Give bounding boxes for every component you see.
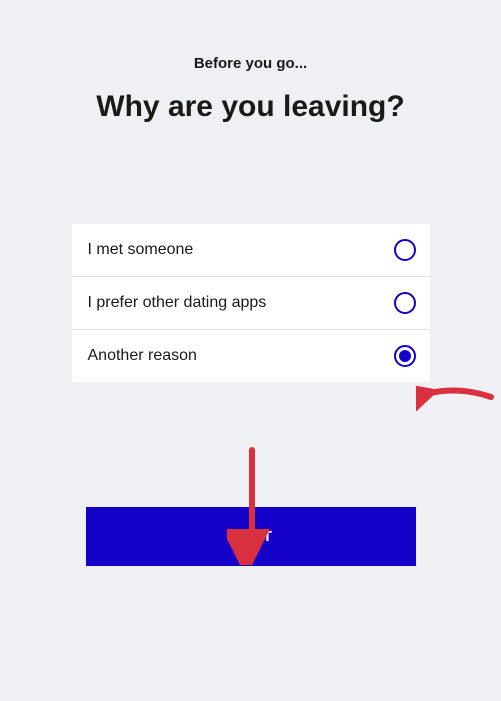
leave-survey-screen: Before you go... Why are you leaving? I … bbox=[0, 0, 501, 566]
option-label: Another reason bbox=[88, 347, 197, 365]
radio-icon bbox=[394, 292, 416, 314]
page-title: Why are you leaving? bbox=[40, 90, 461, 124]
option-met-someone[interactable]: I met someone bbox=[72, 224, 430, 277]
option-label: I met someone bbox=[88, 241, 194, 259]
radio-icon bbox=[394, 345, 416, 367]
eyebrow-text: Before you go... bbox=[40, 55, 461, 72]
option-another-reason[interactable]: Another reason bbox=[72, 330, 430, 382]
option-label: I prefer other dating apps bbox=[88, 294, 267, 312]
next-button[interactable]: NEXT bbox=[86, 507, 416, 566]
reason-options-list: I met someone I prefer other dating apps… bbox=[72, 224, 430, 382]
radio-icon bbox=[394, 239, 416, 261]
option-prefer-other-apps[interactable]: I prefer other dating apps bbox=[72, 277, 430, 330]
